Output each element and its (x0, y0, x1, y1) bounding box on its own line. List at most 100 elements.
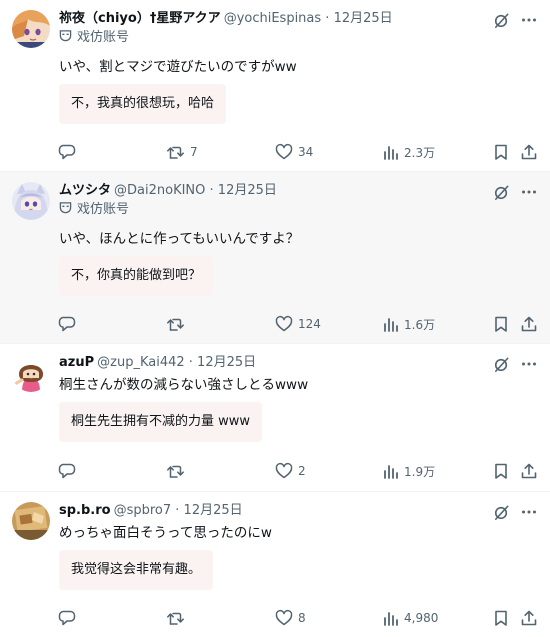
share-button[interactable] (520, 461, 538, 481)
display-name[interactable]: azuP (59, 355, 94, 370)
retweet-button[interactable] (166, 461, 190, 481)
share-icon (520, 609, 538, 627)
share-button[interactable] (520, 314, 538, 334)
retweet-button[interactable] (166, 608, 190, 628)
reply-icon (58, 609, 76, 627)
translation-box: 不，我真的很想玩，哈哈 (59, 84, 227, 124)
more-icon[interactable] (520, 183, 538, 201)
separator-dot: · (321, 11, 334, 26)
grok-icon[interactable] (492, 11, 510, 29)
retweet-count: 7 (190, 145, 198, 159)
translation-box: 我觉得这会非常有趣。 (59, 550, 214, 590)
avatar[interactable] (12, 354, 50, 392)
user-handle[interactable]: @Dai2noKINO (114, 183, 205, 198)
reply-button[interactable] (58, 142, 81, 162)
like-icon (275, 609, 293, 627)
like-button[interactable]: 34 (275, 142, 313, 162)
post-date[interactable]: 12月25日 (218, 183, 277, 198)
reply-icon (58, 315, 76, 333)
bookmark-button[interactable] (493, 142, 509, 162)
like-button[interactable]: 8 (275, 608, 306, 628)
user-handle[interactable]: @yochiEspinas (224, 11, 321, 26)
retweet-button[interactable] (166, 314, 190, 334)
post-header: 祢夜（chiyo）†星野アクア @yochiEspinas · 12月25日 (59, 9, 470, 29)
retweet-icon (166, 609, 185, 627)
like-button[interactable]: 124 (275, 314, 321, 334)
parody-text: 戏仿账号 (77, 30, 130, 45)
avatar[interactable] (12, 182, 50, 220)
share-button[interactable] (520, 142, 538, 162)
like-icon (275, 462, 293, 480)
post-top-actions (492, 10, 538, 30)
post-text: めっちゃ面白そうって思ったのにw (59, 525, 272, 541)
like-icon (275, 315, 293, 333)
grok-icon[interactable] (492, 503, 510, 521)
retweet-button[interactable]: 7 (166, 142, 198, 162)
bookmark-button[interactable] (493, 461, 509, 481)
grok-icon[interactable] (492, 183, 510, 201)
more-icon[interactable] (520, 355, 538, 373)
parody-text: 戏仿账号 (77, 202, 130, 217)
post-text: いや、割とマジで遊びたいのですがww (59, 59, 297, 75)
post-top-actions (492, 182, 538, 202)
reply-button[interactable] (58, 608, 81, 628)
translation-box: 桐生先生拥有不减的力量 www (59, 402, 263, 442)
like-button[interactable]: 2 (275, 461, 306, 481)
like-count: 124 (298, 317, 321, 331)
parody-mask-icon (59, 201, 72, 220)
translation-box: 不，你真的能做到吧？ (59, 256, 214, 296)
user-handle[interactable]: @spbro7 (114, 503, 172, 518)
parody-label: 戏仿账号 (59, 201, 129, 219)
views-button[interactable]: 2.3万 (383, 142, 435, 162)
reply-post[interactable]: sp.b.ro @spbro7 · 12月25日 めっちゃ面白そうって思ったのにw… (0, 492, 550, 637)
share-icon (520, 462, 538, 480)
reply-icon (58, 143, 76, 161)
post-header: azuP @zup_Kai442 · 12月25日 (59, 353, 470, 373)
parody-mask-icon (59, 29, 72, 48)
views-button[interactable]: 4,980 (383, 608, 438, 628)
views-button[interactable]: 1.9万 (383, 461, 435, 481)
separator-dot: · (184, 355, 198, 370)
bookmark-button[interactable] (493, 608, 509, 628)
views-count: 1.9万 (404, 464, 436, 479)
user-handle[interactable]: @zup_Kai442 (97, 355, 185, 370)
bookmark-button[interactable] (493, 314, 509, 334)
reply-post[interactable]: azuP @zup_Kai442 · 12月25日 桐生さんが数の減らない強さしと… (0, 344, 550, 492)
reply-post[interactable]: 祢夜（chiyo）†星野アクア @yochiEspinas · 12月25日 戏仿… (0, 0, 550, 172)
reply-button[interactable] (58, 461, 81, 481)
retweet-icon (166, 315, 185, 333)
avatar[interactable] (12, 502, 50, 540)
like-count: 8 (298, 611, 306, 625)
post-header: sp.b.ro @spbro7 · 12月25日 (59, 501, 470, 521)
post-actions: 124 1.6万 (0, 314, 550, 334)
more-icon[interactable] (520, 503, 538, 521)
like-icon (275, 143, 293, 161)
post-actions: 2 1.9万 (0, 461, 550, 481)
display-name[interactable]: 祢夜（chiyo）†星野アクア (59, 11, 221, 26)
views-button[interactable]: 1.6万 (383, 314, 435, 334)
views-icon (383, 143, 399, 161)
more-icon[interactable] (520, 11, 538, 29)
avatar[interactable] (12, 10, 50, 48)
post-date[interactable]: 12月25日 (197, 355, 256, 370)
post-text: いや、ほんとに作ってもいいんですよ？ (59, 231, 300, 247)
share-icon (520, 315, 538, 333)
display-name[interactable]: sp.b.ro (59, 503, 111, 518)
reply-button[interactable] (58, 314, 81, 334)
views-icon (383, 315, 399, 333)
display-name[interactable]: ムツシタ (59, 183, 111, 198)
post-top-actions (492, 354, 538, 374)
like-count: 34 (298, 145, 314, 159)
separator-dot: · (171, 503, 184, 518)
retweet-icon (166, 462, 185, 480)
parody-label: 戏仿账号 (59, 29, 129, 47)
reply-post[interactable]: ムツシタ @Dai2noKINO · 12月25日 戏仿账号 いや、ほんとに作って… (0, 172, 550, 344)
share-button[interactable] (520, 608, 538, 628)
separator-dot: · (205, 183, 218, 198)
views-count: 2.3万 (404, 145, 436, 160)
bookmark-icon (493, 315, 509, 333)
post-date[interactable]: 12月25日 (184, 503, 243, 518)
views-count: 1.6万 (404, 317, 436, 332)
grok-icon[interactable] (492, 355, 510, 373)
post-date[interactable]: 12月25日 (334, 11, 393, 26)
